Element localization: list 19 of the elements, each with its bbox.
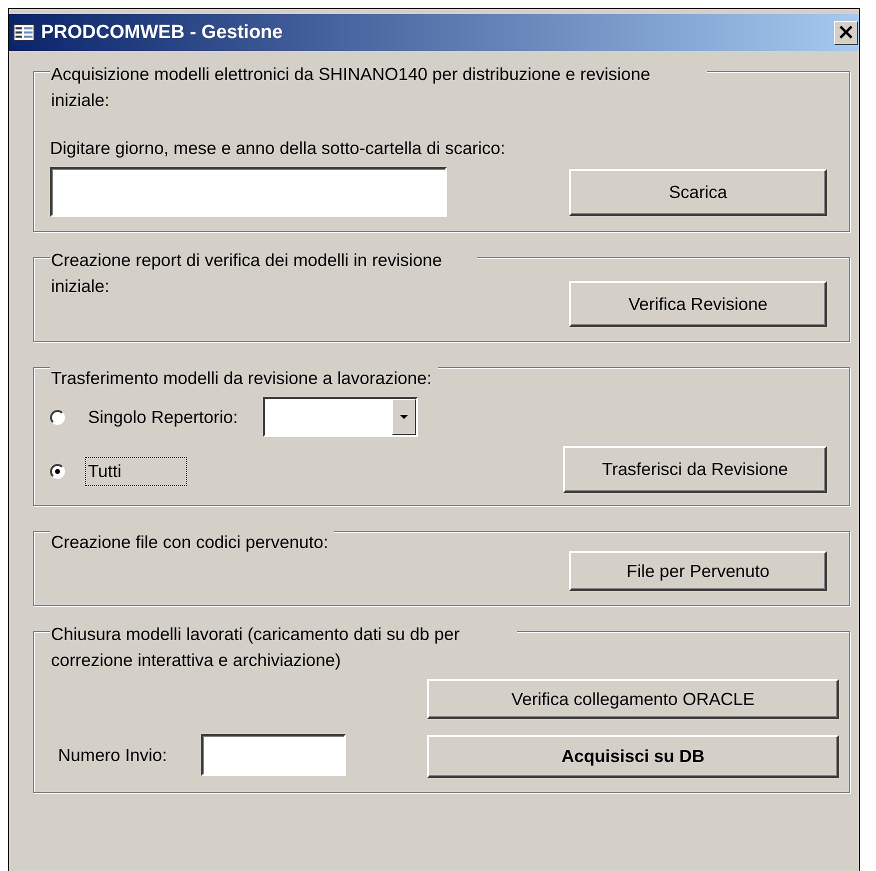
repertorio-dropdown[interactable] <box>262 397 418 437</box>
command-button[interactable]: Verifica Revisione <box>569 281 827 327</box>
prompt-label: Digitare giorno, mese e anno della sotto-cartella di scarico: <box>50 137 506 160</box>
form-icon <box>13 24 35 41</box>
radio-button[interactable] <box>50 410 65 424</box>
invio-field[interactable] <box>200 734 346 776</box>
command-button[interactable]: Verifica collegamento ORACLE <box>427 679 839 719</box>
group-title: Creazione file con codici pervenuto: <box>50 529 334 555</box>
field-label: Numero Invio: <box>58 744 167 766</box>
option-label[interactable]: Singolo Repertorio: <box>85 402 263 432</box>
command-button[interactable]: Trasferisci da Revisione <box>563 446 827 493</box>
close-button[interactable]: × <box>834 20 858 44</box>
command-button[interactable]: Scarica <box>569 168 827 216</box>
date-field[interactable] <box>50 167 447 217</box>
radio-button[interactable] <box>50 464 65 478</box>
command-button[interactable]: Acquisisci su DB <box>427 735 839 778</box>
command-button[interactable]: File per Pervenuto <box>569 551 827 591</box>
option-label[interactable]: Tutti <box>85 456 188 486</box>
window-title: PRODCOMWEB - Gestione <box>41 22 284 44</box>
